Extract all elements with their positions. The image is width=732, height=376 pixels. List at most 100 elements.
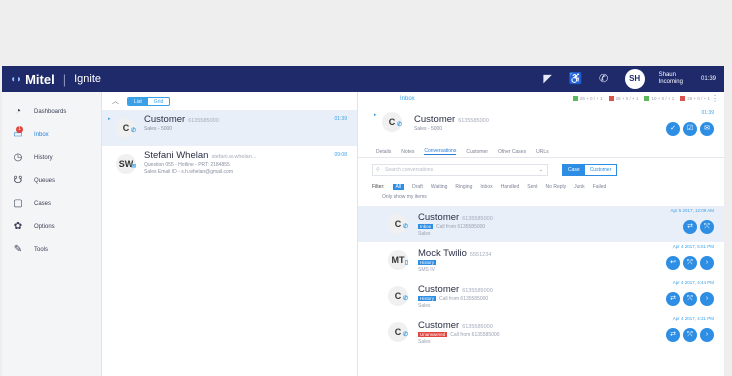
sidebar-item-label: Dashboards <box>34 108 67 115</box>
filter-waiting[interactable]: Waiting <box>431 184 448 190</box>
filter-all[interactable]: All <box>392 184 405 190</box>
logo-divider: | <box>62 71 67 87</box>
open-button[interactable]: › <box>700 256 714 270</box>
scope-customer-button[interactable]: Customer <box>585 165 617 175</box>
inbox-badge: 1 <box>16 126 23 133</box>
reply-button[interactable]: ↩ <box>666 256 680 270</box>
avatar: MT ▯ <box>388 250 408 270</box>
top-bar: ◖◗ Mitel | Ignite ◤ ♿ ✆ SH Shaun Incomin… <box>2 66 724 92</box>
complete-button[interactable]: ☑ <box>683 122 697 136</box>
assign-button[interactable]: ⤲ <box>700 220 714 234</box>
transfer-button[interactable]: ⇄ <box>666 292 680 306</box>
open-button[interactable]: › <box>700 328 714 342</box>
filter-no-reply[interactable]: No Reply <box>546 184 567 190</box>
assign-button[interactable]: ⤲ <box>683 256 697 270</box>
page-title: Inbox <box>400 96 415 102</box>
sidebar-item-label: Inbox <box>34 131 49 138</box>
avatar: C ✆ <box>388 214 408 234</box>
item-time: 01:39 <box>334 116 347 122</box>
phone-icon[interactable]: ✆ <box>597 72 611 86</box>
conversation-row[interactable]: C ✆ Customer 6135585000 Inbox Call from 613… <box>358 206 724 242</box>
pin-icon: ▸ <box>374 112 377 118</box>
phone-icon: ✆ <box>396 122 402 128</box>
list-item[interactable]: ▸ C ✆ Customer 6135585000 Sales - 5000 01:… <box>102 110 357 146</box>
phone-icon: ✆ <box>402 296 408 302</box>
sidebar-item-dashboards[interactable]: ◔ Dashboards <box>2 100 101 123</box>
filter-draft[interactable]: Draft <box>412 184 423 190</box>
tab-notes[interactable]: Notes <box>401 149 414 155</box>
conversation-row[interactable]: C ✆ Customer 6135585000 Unanswered Call fro… <box>358 314 724 350</box>
options-icon: ✿ <box>13 221 23 232</box>
top-actions: ◤ ♿ ✆ SH Shaun Incoming 01:39 <box>541 66 716 92</box>
conversation-row[interactable]: MT ▯ Mock Twilio 5551234 History SMS IV Ap… <box>358 242 724 278</box>
accessibility-icon[interactable]: ♿ <box>569 72 583 86</box>
view-toggle: List Grid <box>127 96 171 106</box>
avatar[interactable]: SH <box>624 69 645 89</box>
cases-icon: ▢ <box>13 198 23 209</box>
sms-icon: ▯ <box>404 260 408 266</box>
filter-junk[interactable]: Junk <box>574 184 585 190</box>
filter-sent[interactable]: Sent <box>527 184 537 190</box>
user-info[interactable]: Shaun Incoming <box>659 72 683 86</box>
email-icon: ✉ <box>130 164 136 170</box>
sidebar-item-options[interactable]: ✿ Options <box>2 215 101 238</box>
tab-urls[interactable]: URLs <box>536 149 549 155</box>
avatar: C ✆ <box>382 112 402 132</box>
filter-ringing[interactable]: Ringing <box>455 184 472 190</box>
list-view-button[interactable]: List <box>128 97 148 105</box>
contact-name: Customer <box>414 114 456 125</box>
chevron-down-icon[interactable]: ⌄ <box>539 165 543 175</box>
conversation-time: Apr 4 2017, 4:44 PM <box>672 280 714 285</box>
sidebar-item-tools[interactable]: ✎ Tools <box>2 238 101 261</box>
status-badge: Unanswered <box>418 332 448 337</box>
filter-bar: Filter: All Draft Waiting Ringing Inbox … <box>358 182 724 192</box>
phone-icon: ✆ <box>402 224 408 230</box>
search-icon: ⚲ <box>376 167 380 173</box>
contact-sub: Sales - 5000 <box>414 126 443 132</box>
filter-failed[interactable]: Failed <box>593 184 607 190</box>
scope-case-button[interactable]: Case <box>563 165 585 175</box>
stat-voice: 26 + 0 / + 1 <box>572 96 603 102</box>
sidebar-item-queues[interactable]: ☋ Queues <box>2 169 101 192</box>
tab-details[interactable]: Details <box>376 149 391 155</box>
open-button[interactable]: › <box>700 292 714 306</box>
tab-other-cases[interactable]: Other Cases <box>498 149 526 155</box>
accept-button[interactable]: ✓ <box>666 122 680 136</box>
sidebar-item-inbox[interactable]: ▭ 1 Inbox <box>2 123 101 146</box>
conversation-row[interactable]: C ✆ Customer 6135585000 History Call from 6… <box>358 278 724 314</box>
sidebar-item-history[interactable]: ◷ History <box>2 146 101 169</box>
status-badge: History <box>418 296 437 301</box>
chevron-up-icon[interactable]: ︿ <box>112 96 119 106</box>
sidebar-item-cases[interactable]: ▢ Cases <box>2 192 101 215</box>
contact-number: 6135585000 <box>462 324 493 330</box>
megaphone-icon[interactable]: ◤ <box>541 72 555 86</box>
tools-icon: ✎ <box>13 244 23 255</box>
avatar: SW ✉ <box>116 154 136 174</box>
filter-handled[interactable]: Handled <box>501 184 520 190</box>
tab-customer[interactable]: Customer <box>466 149 488 155</box>
assign-button[interactable]: ⤲ <box>683 328 697 342</box>
user-name: Shaun <box>658 72 676 78</box>
conversation-line: Call from 6135585000 <box>439 296 489 302</box>
transfer-button[interactable]: ⇄ <box>683 220 697 234</box>
conversation-line: Call from 6135585000 <box>436 224 486 230</box>
sidebar: ◔ Dashboards ▭ 1 Inbox ◷ History ☋ Queues… <box>2 92 102 376</box>
list-item[interactable]: SW ✉ Stefani Whelan stefani.w.whelan... Qu… <box>102 146 357 182</box>
mitel-logo-icon: ◖◗ <box>10 73 23 85</box>
more-menu-icon[interactable]: ⋮ <box>711 94 719 103</box>
chat-button[interactable]: ✉ <box>700 122 714 136</box>
sidebar-item-label: History <box>34 154 53 161</box>
filter-inbox[interactable]: Inbox <box>480 184 492 190</box>
detail-panel: Inbox 26 + 0 / + 1 26 + 0 / + 1 10 + 0 /… <box>358 92 724 376</box>
case-header-card: ▸ C ✆ Customer 6135585000 Sales - 5000 01:… <box>358 106 724 146</box>
grid-view-button[interactable]: Grid <box>148 98 169 105</box>
assign-button[interactable]: ⤲ <box>683 292 697 306</box>
contact-number: 5551234 <box>469 252 492 258</box>
conversation-actions: ⇄ ⤲ › <box>666 328 714 342</box>
inbox-list-panel: ︿ List Grid ▸ C ✆ Customer 6135585000 Sale… <box>102 92 358 376</box>
tab-conversations[interactable]: Conversations <box>424 148 457 155</box>
search-input[interactable]: ⚲ Search conversations ⌄ <box>372 164 548 176</box>
transfer-button[interactable]: ⇄ <box>666 328 680 342</box>
pin-icon: ▸ <box>108 116 111 122</box>
only-mine-checkbox[interactable]: Only show my items <box>358 192 724 206</box>
